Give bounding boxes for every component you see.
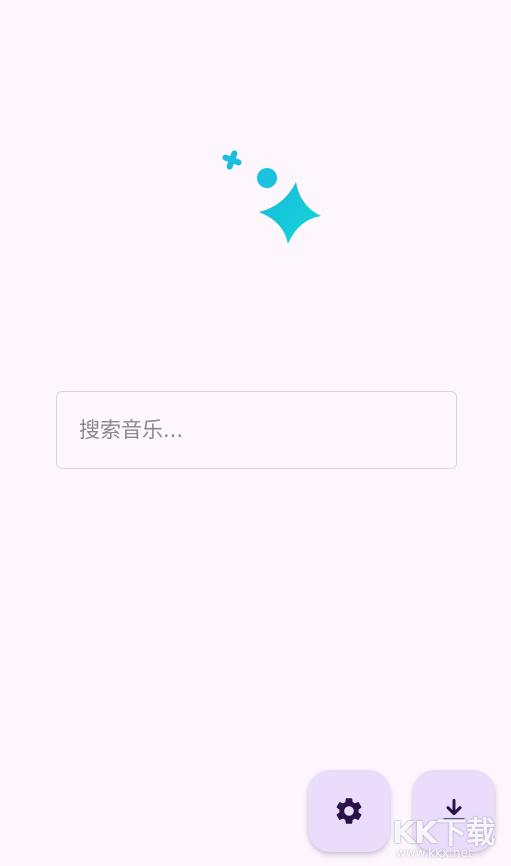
sparkle-cross (222, 150, 242, 170)
search-field[interactable] (56, 391, 457, 469)
search-input[interactable] (57, 392, 456, 468)
sparkle-star (259, 182, 321, 244)
download-icon (443, 798, 465, 822)
settings-button[interactable] (308, 770, 390, 852)
gear-icon (336, 798, 362, 824)
sparkle-dot (257, 168, 277, 188)
download-button[interactable] (413, 770, 495, 852)
sparkles-icon (222, 150, 321, 244)
